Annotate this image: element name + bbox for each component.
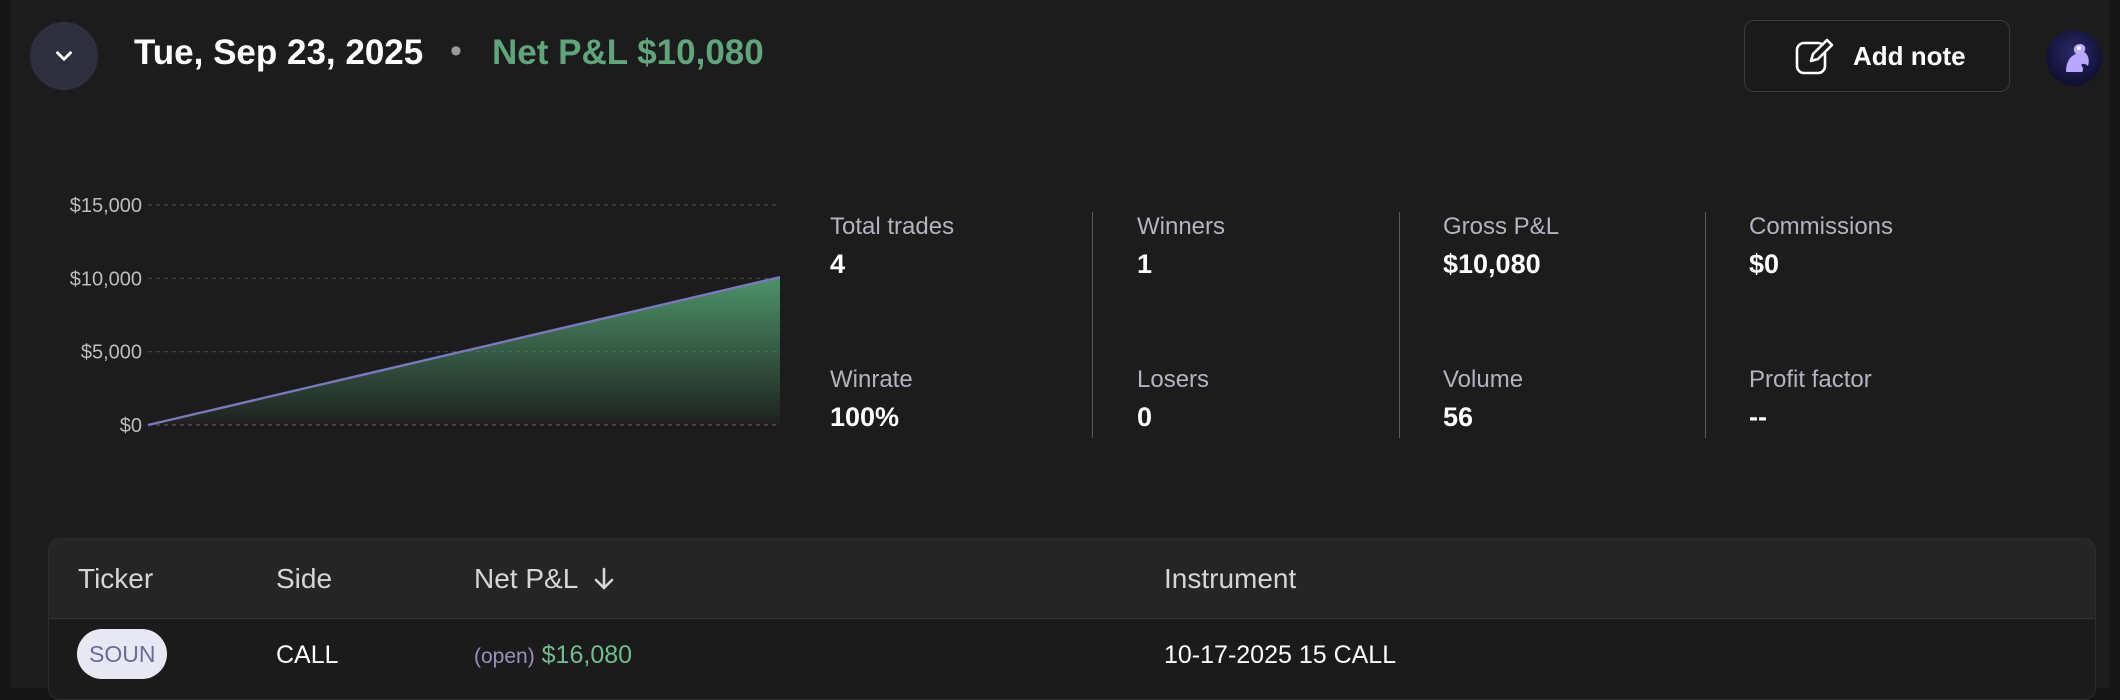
stat-winrate: Winrate 100% <box>830 365 913 433</box>
instrument-cell: 10-17-2025 15 CALL <box>1164 641 1397 669</box>
stat-label: Profit factor <box>1749 366 1872 393</box>
stat-profit-factor: Profit factor -- <box>1749 365 1872 433</box>
stat-value: 1 <box>1137 249 1153 279</box>
table-header: Ticker Side Net P&L Instrument <box>49 539 2095 619</box>
stat-winners: Winners 1 <box>1137 212 1225 280</box>
avatar[interactable] <box>2046 30 2102 86</box>
column-header-net-pnl[interactable]: Net P&L <box>474 563 616 595</box>
stat-label: Commissions <box>1749 213 1894 240</box>
y-tick-label: $10,000 <box>70 268 142 290</box>
stat-value: 0 <box>1137 402 1153 432</box>
stat-label: Losers <box>1137 366 1210 393</box>
stat-value: -- <box>1749 402 1767 432</box>
column-header-instrument[interactable]: Instrument <box>1164 563 1296 595</box>
title-separator: • <box>450 32 462 70</box>
stat-commissions: Commissions $0 <box>1749 212 1893 280</box>
y-tick-label: $0 <box>120 415 142 437</box>
stat-losers: Losers 0 <box>1137 365 1209 433</box>
stat-total-trades: Total trades 4 <box>830 212 954 280</box>
pnl-area-chart: $0 $5,000 $10,000 $15,000 <box>70 195 781 437</box>
column-header-ticker[interactable]: Ticker <box>78 563 153 595</box>
stat-label: Winrate <box>830 366 913 393</box>
ticker-badge[interactable]: SOUN <box>77 629 168 679</box>
stat-value: 56 <box>1443 402 1474 432</box>
stat-label: Gross P&L <box>1443 213 1560 240</box>
stat-label: Total trades <box>830 213 955 240</box>
page-title: Tue, Sep 23, 2025 <box>134 33 424 72</box>
stat-label: Volume <box>1443 366 1524 393</box>
trades-table: Ticker Side Net P&L Instrument SOUN CALL… <box>48 538 2096 700</box>
stat-label: Winners <box>1137 213 1226 240</box>
side-cell: CALL <box>276 641 339 669</box>
stat-value: $0 <box>1749 249 1780 279</box>
stat-volume: Volume 56 <box>1443 365 1523 433</box>
y-tick-label: $15,000 <box>70 195 142 217</box>
stat-divider <box>1399 212 1400 438</box>
net-pnl-value: $16,080 <box>541 641 633 669</box>
stat-value: 100% <box>830 402 900 432</box>
open-status-tag: (open) <box>474 645 535 668</box>
y-tick-label: $5,000 <box>81 342 142 364</box>
chevron-down-icon <box>56 51 72 61</box>
day-panel: Tue, Sep 23, 2025 • Net P&L $10,080 Add … <box>10 0 2110 700</box>
add-note-button[interactable]: Add note <box>1744 20 2010 92</box>
stat-gross-pnl: Gross P&L $10,080 <box>1443 212 1559 280</box>
stat-value: 4 <box>830 249 846 279</box>
add-note-label: Add note <box>1853 40 1966 71</box>
collapse-button[interactable] <box>30 22 98 90</box>
stat-divider <box>1092 212 1093 438</box>
stat-value: $10,080 <box>1443 249 1541 279</box>
net-pnl-cell: (open) $16,080 <box>474 641 632 670</box>
stat-divider <box>1705 212 1706 438</box>
avatar-figure-icon <box>2066 44 2089 72</box>
column-header-label: Net P&L <box>474 563 579 594</box>
edit-note-icon <box>1793 35 1835 77</box>
net-pnl-summary: Net P&L $10,080 <box>492 33 764 72</box>
arrow-down-icon <box>594 567 614 590</box>
column-header-side[interactable]: Side <box>276 563 332 595</box>
